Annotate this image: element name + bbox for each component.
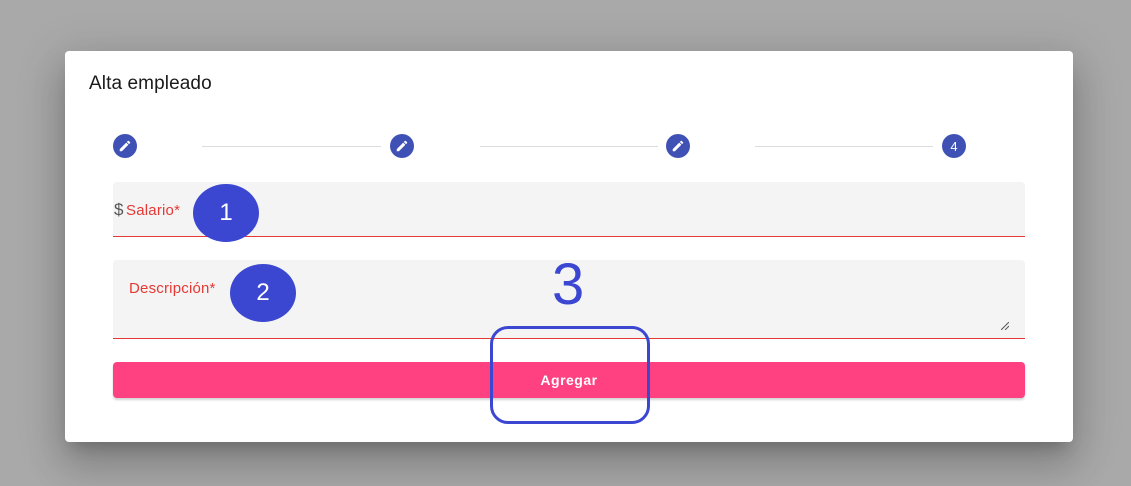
step-4-number[interactable]: 4 bbox=[942, 134, 966, 158]
step-connector bbox=[480, 146, 658, 147]
step-2-edit-icon[interactable] bbox=[390, 134, 414, 158]
currency-prefix: $ bbox=[114, 200, 124, 219]
annotation-badge-2: 2 bbox=[230, 264, 296, 322]
pencil-icon bbox=[119, 140, 131, 152]
annotation-box bbox=[490, 326, 650, 424]
resize-handle-icon[interactable] bbox=[1001, 322, 1009, 330]
pencil-icon bbox=[672, 140, 684, 152]
dialog-title: Alta empleado bbox=[89, 73, 212, 94]
annotation-label-3: 3 bbox=[552, 252, 585, 317]
annotation-badge-1: 1 bbox=[193, 184, 259, 242]
step-connector bbox=[202, 146, 381, 147]
description-label: Descripción* bbox=[129, 280, 216, 297]
step-4-label: 4 bbox=[950, 138, 958, 154]
step-connector bbox=[755, 146, 933, 147]
salary-label: Salario* bbox=[126, 202, 181, 219]
pencil-icon bbox=[396, 140, 408, 152]
step-3-edit-icon[interactable] bbox=[666, 134, 690, 158]
step-1-edit-icon[interactable] bbox=[113, 134, 137, 158]
